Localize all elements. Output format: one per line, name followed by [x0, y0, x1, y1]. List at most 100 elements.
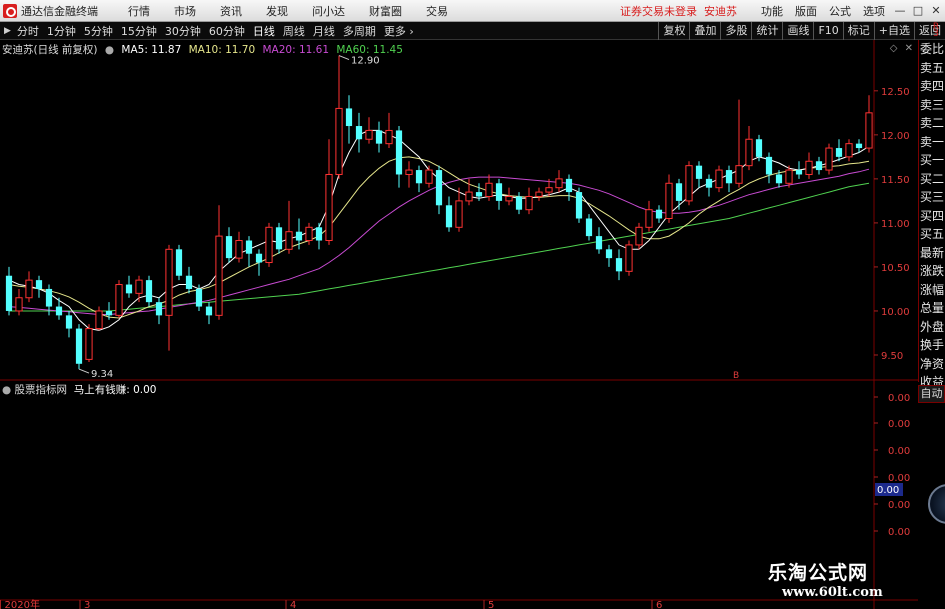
- tab-weekly[interactable]: 周线: [279, 23, 309, 39]
- candle-body-up: [735, 165, 743, 184]
- menu-item-trade[interactable]: 交易: [414, 3, 460, 19]
- main-menu: 行情 市场 资讯 发现 问小达 财富圈 交易: [116, 3, 460, 19]
- tab-60min[interactable]: 60分钟: [205, 23, 249, 39]
- menu-item-function[interactable]: 功能: [755, 3, 789, 19]
- candle-body-up: [665, 182, 673, 219]
- login-warning: 证券交易未登录 安迪苏: [620, 4, 737, 18]
- tab-5min[interactable]: 5分钟: [80, 23, 117, 39]
- minimize-button[interactable]: —: [891, 4, 909, 17]
- tab-daily[interactable]: 日线: [249, 23, 279, 39]
- tool-tab-add-watchlist[interactable]: +自选: [873, 22, 914, 40]
- panel-row: 外盘: [920, 319, 945, 334]
- panel-row: 总量: [920, 301, 945, 315]
- tab-monthly[interactable]: 月线: [309, 23, 339, 39]
- menu-item-market[interactable]: 行情: [116, 3, 162, 19]
- tool-tab-f10[interactable]: F10: [813, 22, 842, 40]
- candle-body-down: [315, 227, 323, 241]
- tool-tab-overlay[interactable]: 叠加: [689, 22, 720, 40]
- sub-tick-label: 0.00: [888, 473, 910, 484]
- candle-body-up: [465, 191, 473, 202]
- candle-body-down: [205, 306, 213, 316]
- menu-item-options[interactable]: 选项: [857, 3, 891, 19]
- menu-item-layout[interactable]: 版面: [789, 3, 823, 19]
- candle-body-down: [705, 178, 713, 188]
- tab-30min[interactable]: 30分钟: [161, 23, 205, 39]
- menu-item-ask[interactable]: 问小达: [300, 3, 357, 19]
- candle-body-up: [85, 328, 93, 360]
- tab-1min[interactable]: 1分钟: [43, 23, 80, 39]
- date-label: 2020年: [5, 598, 40, 609]
- candle-body-up: [625, 244, 633, 272]
- candle-body-down: [5, 275, 13, 311]
- tool-tab-adjust[interactable]: 复权: [658, 22, 689, 40]
- candle-body-down: [35, 280, 43, 289]
- maximize-button[interactable]: □: [909, 4, 927, 17]
- price-tick-label: 12.50: [881, 87, 910, 98]
- tool-tab-multi-stock[interactable]: 多股: [720, 22, 751, 40]
- tool-tab-statistics[interactable]: 统计: [751, 22, 782, 40]
- tab-more[interactable]: 更多 ›: [380, 23, 418, 39]
- date-label: 4: [290, 600, 296, 609]
- candle-body-down: [695, 165, 703, 179]
- candle-body-down: [585, 218, 593, 237]
- close-button[interactable]: ✕: [927, 4, 945, 17]
- chart-controls[interactable]: ◇ ✕: [890, 43, 915, 54]
- tab-15min[interactable]: 15分钟: [117, 23, 161, 39]
- menu-item-wealth[interactable]: 财富圈: [357, 3, 414, 19]
- candle-body-up: [365, 129, 373, 140]
- candle-body-up: [555, 178, 563, 189]
- candle-body-up: [745, 138, 753, 167]
- price-tick-label: 9.50: [881, 351, 903, 362]
- candle-body-down: [595, 236, 603, 250]
- tool-tab-draw[interactable]: 画线: [782, 22, 813, 40]
- candle-body-up: [505, 195, 513, 202]
- candle-body-up: [325, 173, 333, 242]
- menu-item-markets[interactable]: 市场: [162, 3, 208, 19]
- candle-body-down: [755, 139, 763, 157]
- menu-bar: 通达信金融终端 行情 市场 资讯 发现 问小达 财富圈 交易 证券交易未登录 安…: [0, 0, 945, 22]
- candle-body-down: [45, 288, 53, 307]
- panel-row: 最新: [920, 245, 945, 260]
- candle-body-down: [775, 174, 783, 184]
- candle-body-down: [125, 284, 133, 294]
- panel-row: 买三: [920, 190, 945, 204]
- play-icon[interactable]: ▶: [4, 26, 11, 36]
- candle-body-up: [785, 169, 793, 184]
- auto-button[interactable]: 自动: [918, 385, 945, 403]
- tab-intraday[interactable]: 分时: [13, 23, 43, 39]
- watermark-url: www.60lt.com: [782, 585, 883, 600]
- panel-row: 卖三: [920, 97, 945, 112]
- kline-chart[interactable]: 12.5012.0011.5011.0010.5010.009.500.000.…: [0, 40, 918, 609]
- app-name: 通达信金融终端: [21, 4, 98, 18]
- candle-body-up: [215, 235, 223, 316]
- menu-item-discover[interactable]: 发现: [254, 3, 300, 19]
- panel-row: 买四: [920, 208, 945, 223]
- menu-item-formula[interactable]: 公式: [823, 3, 857, 19]
- candle-body-up: [15, 297, 23, 312]
- price-tick-label: 10.50: [881, 263, 910, 274]
- date-label: 6: [656, 600, 662, 609]
- tab-multi-period[interactable]: 多周期: [339, 23, 380, 39]
- candle-body-down: [655, 209, 663, 219]
- menu-item-news[interactable]: 资讯: [208, 3, 254, 19]
- candle-body-down: [275, 227, 283, 250]
- right-menu: 功能 版面 公式 选项: [755, 3, 891, 19]
- low-label: 9.34: [91, 369, 113, 380]
- candle-body-up: [285, 231, 293, 250]
- panel-row: 卖二: [920, 116, 945, 130]
- panel-row: 涨跌: [920, 264, 945, 278]
- candle-body-up: [535, 191, 543, 197]
- tool-tab-mark[interactable]: 标记: [842, 22, 874, 40]
- signal-marker: B: [733, 371, 739, 381]
- candle-body-up: [385, 129, 393, 145]
- candle-body-up: [135, 279, 143, 294]
- panel-row: 买二: [920, 171, 945, 186]
- panel-row: 买五: [920, 227, 945, 241]
- candle-body-down: [815, 161, 823, 171]
- sub-indicator-value: 马上有钱赚: 0.00: [73, 384, 157, 396]
- price-tick-label: 12.00: [881, 131, 910, 142]
- floating-ball-icon[interactable]: [928, 484, 945, 524]
- candle-body-down: [75, 328, 83, 364]
- candle-body-up: [115, 284, 123, 316]
- sub-tick-label: 0.00: [888, 446, 910, 457]
